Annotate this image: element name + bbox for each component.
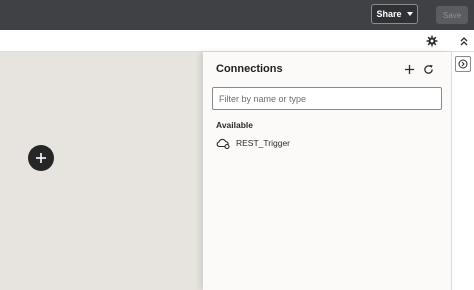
panel-title: Connections xyxy=(216,63,283,75)
canvas-add-button[interactable] xyxy=(28,145,54,171)
add-connection-icon[interactable] xyxy=(404,64,415,75)
save-button-label: Save xyxy=(442,10,462,20)
right-rail xyxy=(451,52,474,290)
save-button[interactable]: Save xyxy=(436,6,468,24)
connections-panel: Connections Available REST_Trigger xyxy=(203,52,451,290)
cloud-trigger-icon xyxy=(216,138,230,149)
canvas-toolbar xyxy=(0,30,474,52)
integration-canvas[interactable] xyxy=(0,52,203,290)
caret-down-icon xyxy=(406,12,413,16)
share-button[interactable]: Share xyxy=(371,4,418,24)
rail-expand-button[interactable] xyxy=(455,56,471,72)
circle-arrow-right-icon xyxy=(458,59,468,69)
connection-label: REST_Trigger xyxy=(236,138,291,148)
plus-icon xyxy=(36,153,46,163)
double-chevron-up-icon[interactable] xyxy=(459,36,469,46)
gear-icon[interactable] xyxy=(426,35,438,47)
filter-input[interactable] xyxy=(212,87,442,110)
share-button-label: Share xyxy=(376,9,402,19)
refresh-icon[interactable] xyxy=(423,64,434,75)
connection-item-rest-trigger[interactable]: REST_Trigger xyxy=(216,135,336,151)
section-label-available: Available xyxy=(216,120,254,130)
top-bar: Share Save xyxy=(0,0,474,30)
